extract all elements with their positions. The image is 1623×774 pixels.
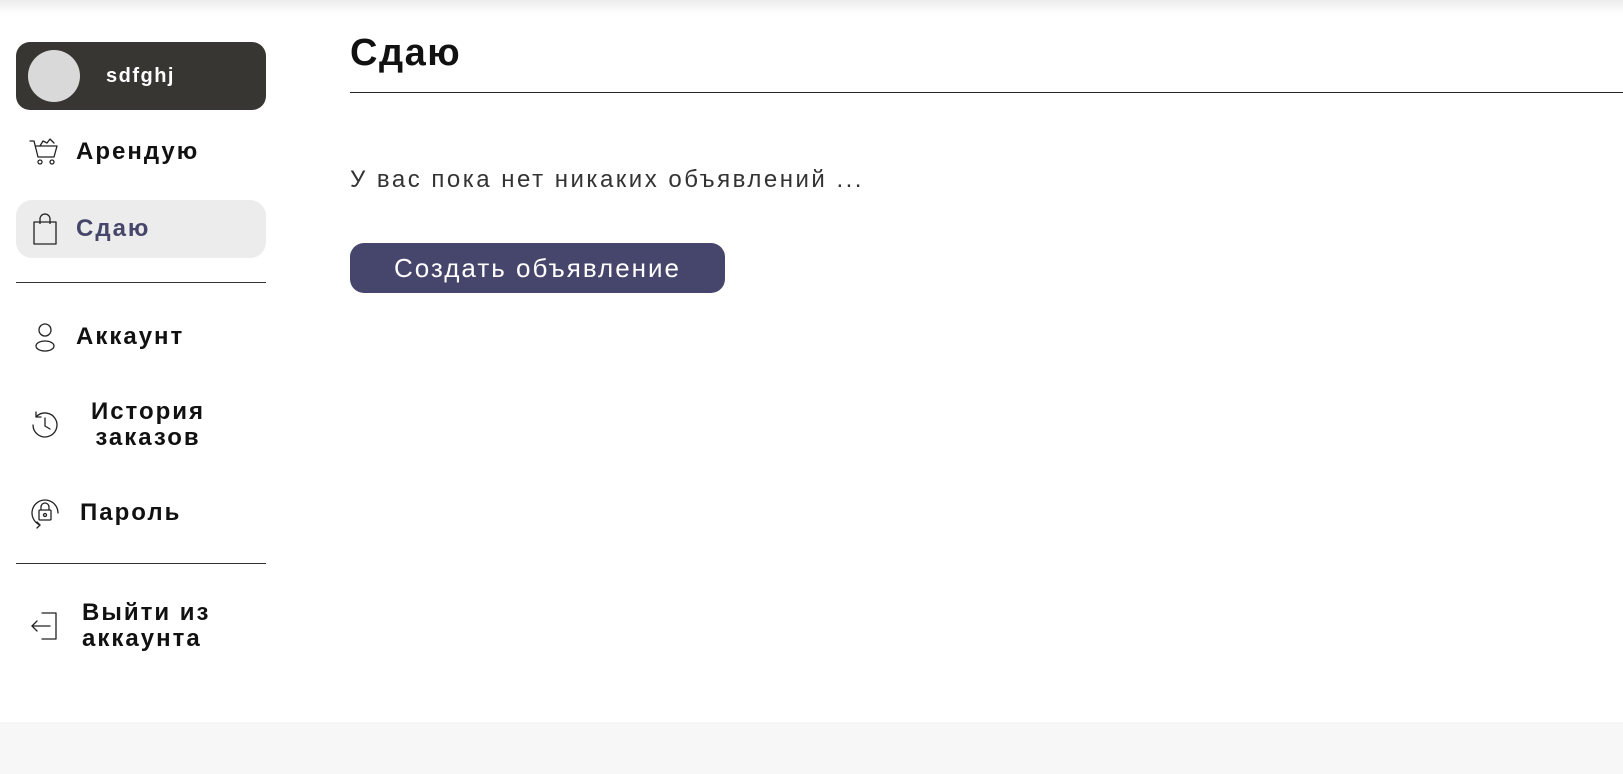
sidebar-item-renting[interactable]: Арендую (16, 122, 266, 182)
title-divider (350, 92, 1623, 93)
sidebar-item-logout[interactable]: Выйти из аккаунта (16, 596, 266, 656)
sidebar-divider (16, 282, 266, 283)
sidebar-item-label: Сдаю (76, 215, 151, 242)
top-shadow (0, 0, 1623, 14)
page-title: Сдаю (350, 32, 462, 74)
username: sdfghj (106, 64, 175, 87)
user-icon (28, 320, 62, 354)
footer (0, 722, 1623, 774)
sidebar-item-label: Выйти из аккаунта (82, 599, 211, 652)
history-icon (28, 408, 62, 442)
sidebar-divider (16, 563, 266, 564)
sidebar-item-label: Пароль (80, 499, 182, 526)
empty-state-message: У вас пока нет никаких объявлений ... (350, 166, 864, 193)
lock-icon (28, 496, 62, 530)
logout-icon (28, 609, 62, 643)
shopping-bag-icon (28, 212, 62, 246)
sidebar-item-order-history[interactable]: История заказов (16, 395, 266, 455)
shopping-cart-icon (28, 135, 62, 169)
user-card[interactable]: sdfghj (16, 42, 266, 110)
create-listing-button[interactable]: Создать объявление (350, 243, 725, 293)
sidebar-item-label: Аккаунт (76, 323, 185, 350)
avatar (28, 50, 80, 102)
sidebar-item-label: Арендую (76, 138, 200, 165)
sidebar-item-renting-out[interactable]: Сдаю (16, 200, 266, 258)
main-content: Сдаю У вас пока нет никаких объявлений .… (350, 30, 1623, 293)
sidebar-item-label: История заказов (90, 398, 206, 451)
sidebar-item-account[interactable]: Аккаунт (16, 309, 266, 365)
sidebar: sdfghj Арендую Сдаю Аккаунт История зака… (16, 42, 266, 656)
sidebar-item-password[interactable]: Пароль (16, 485, 266, 541)
